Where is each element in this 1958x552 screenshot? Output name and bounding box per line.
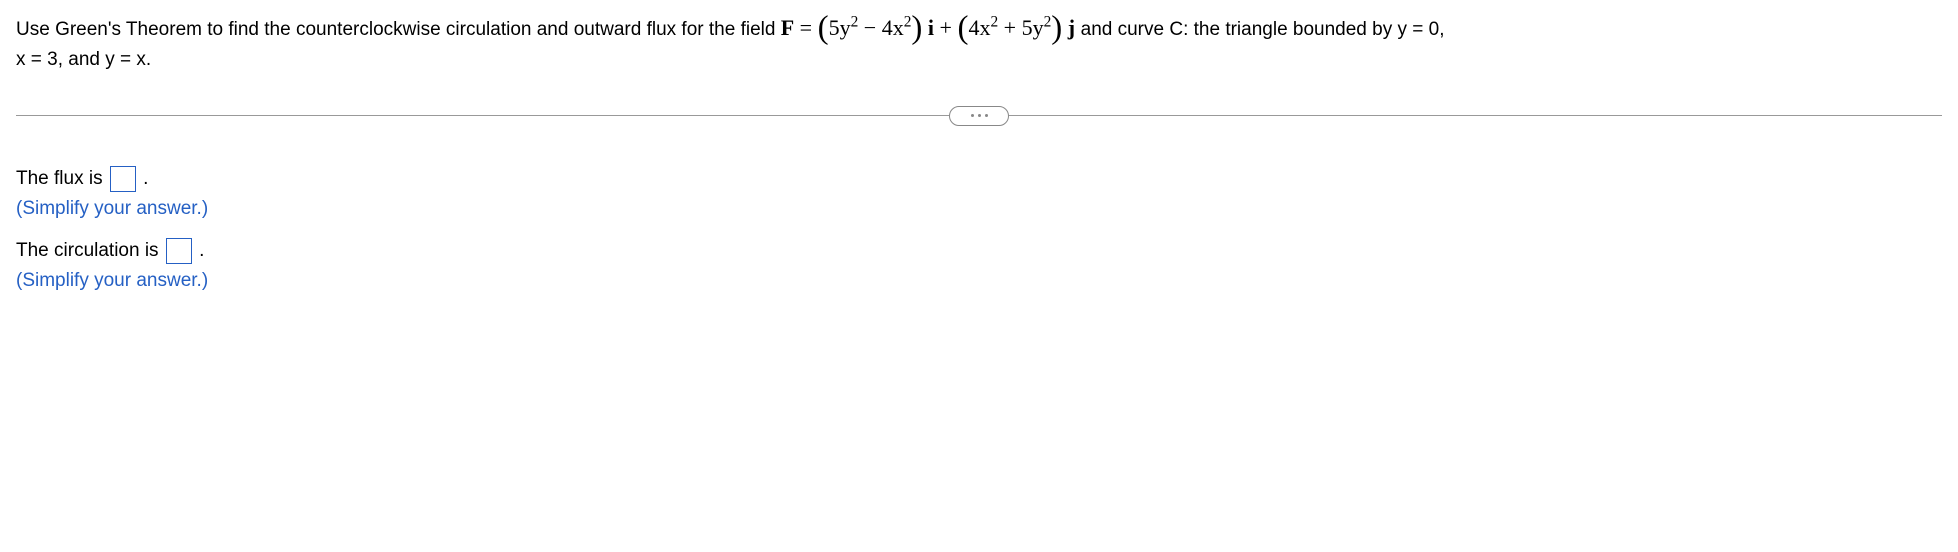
circulation-input[interactable]	[166, 238, 192, 264]
plus: +	[940, 15, 958, 40]
flux-period: .	[143, 168, 148, 189]
answer-section: The flux is . (Simplify your answer.) Th…	[16, 162, 1942, 292]
j-vector: j	[1062, 15, 1080, 40]
circulation-answer-line: The circulation is .	[16, 234, 1942, 268]
vector-f: F	[781, 15, 794, 40]
dot-icon	[978, 114, 981, 117]
paren-open-2: (	[957, 10, 968, 46]
paren-close-1: )	[911, 10, 922, 46]
circulation-period: .	[199, 240, 204, 261]
expand-button[interactable]	[949, 106, 1009, 126]
problem-suffix-1: and curve C: the triangle bounded by y =…	[1081, 19, 1445, 40]
section-divider	[16, 106, 1942, 126]
circulation-label: The circulation is	[16, 240, 164, 261]
flux-input[interactable]	[110, 166, 136, 192]
divider-line-left	[16, 115, 949, 116]
problem-suffix-2: x = 3, and y = x.	[16, 49, 151, 70]
i-vector: i	[922, 15, 939, 40]
circulation-hint: (Simplify your answer.)	[16, 270, 1942, 292]
equals: =	[794, 15, 817, 40]
problem-statement: Use Green's Theorem to find the counterc…	[16, 10, 1942, 76]
flux-label: The flux is	[16, 168, 108, 189]
dot-icon	[985, 114, 988, 117]
divider-line-right	[1009, 115, 1942, 116]
flux-answer-line: The flux is .	[16, 162, 1942, 196]
dot-icon	[971, 114, 974, 117]
paren-close-2: )	[1051, 10, 1062, 46]
term2-plus: + 5y	[998, 15, 1043, 40]
paren-open-1: (	[818, 10, 829, 46]
term1-a: 5y	[829, 15, 851, 40]
problem-prefix: Use Green's Theorem to find the counterc…	[16, 19, 781, 40]
term1-minus: − 4x	[858, 15, 903, 40]
term2-a: 4x	[968, 15, 990, 40]
flux-hint: (Simplify your answer.)	[16, 198, 1942, 220]
